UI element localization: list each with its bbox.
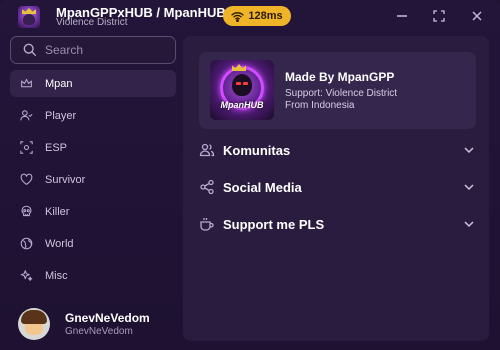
profile-origin: From Indonesia (285, 100, 355, 111)
heart-icon (20, 173, 33, 185)
window-subtitle: Violence District (56, 17, 128, 28)
crown-icon (21, 78, 32, 88)
profile-support: Support: Violence District (285, 88, 398, 99)
search-input[interactable] (45, 43, 155, 57)
sidebar-item-world[interactable]: World (10, 230, 176, 257)
section-komunitas[interactable]: Komunitas (199, 139, 477, 161)
sidebar-item-label: Killer (45, 205, 70, 218)
search-box[interactable] (10, 36, 176, 64)
minimize-icon (397, 15, 407, 17)
sidebar-item-esp[interactable]: ESP (10, 134, 176, 161)
section-label: Support me PLS (223, 216, 325, 232)
user-icon (20, 110, 33, 121)
sidebar-item-mpan[interactable]: Mpan (10, 70, 176, 97)
ping-value: 128ms (248, 10, 283, 22)
sidebar-item-player[interactable]: Player (10, 102, 176, 129)
sidebar-item-label: Player (45, 109, 77, 122)
close-button[interactable] (467, 6, 487, 26)
sidebar-item-label: Mpan (45, 77, 73, 90)
user-handle: GnevNeVedom (65, 326, 133, 337)
sidebar-item-label: Survivor (45, 173, 86, 186)
section-label: Social Media (223, 179, 302, 195)
eye-icon (20, 141, 33, 154)
chevron-down-icon[interactable] (463, 144, 475, 156)
avatar[interactable] (18, 308, 50, 340)
maximize-button[interactable] (429, 6, 449, 26)
chevron-down-icon[interactable] (463, 218, 475, 230)
coffee-icon (200, 218, 214, 231)
skull-icon (21, 205, 32, 217)
sidebar-item-label: ESP (45, 141, 68, 154)
minimize-button[interactable] (392, 6, 412, 26)
sidebar-item-misc[interactable]: Misc (10, 262, 176, 289)
sparkle-icon (20, 270, 33, 281)
users-icon (199, 143, 215, 157)
close-icon (472, 11, 482, 21)
chevron-down-icon[interactable] (463, 181, 475, 193)
globe-icon (20, 237, 33, 250)
app-window: MpanGPPxHUB / MpanHUB Violence District … (0, 0, 500, 350)
user-display-name: GnevNeVedom (65, 311, 150, 325)
share-icon (200, 179, 214, 195)
section-social-media[interactable]: Social Media (199, 176, 477, 198)
sidebar-item-label: Misc (45, 269, 68, 282)
sidebar-item-label: World (45, 237, 74, 250)
profile-logo: MpanHUB (210, 60, 274, 120)
wifi-icon (231, 11, 244, 22)
ping-badge: 128ms (223, 6, 291, 26)
section-support[interactable]: Support me PLS (199, 213, 477, 235)
sidebar-item-killer[interactable]: Killer (10, 198, 176, 225)
profile-title: Made By MpanGPP (285, 70, 395, 84)
sidebar-item-survivor[interactable]: Survivor (10, 166, 176, 193)
profile-logo-text: MpanHUB (220, 100, 264, 110)
title-bar[interactable]: MpanGPPxHUB / MpanHUB Violence District … (0, 0, 500, 34)
maximize-icon (433, 10, 445, 22)
section-label: Komunitas (223, 142, 291, 158)
app-logo-icon (18, 6, 40, 28)
search-icon (23, 43, 37, 57)
